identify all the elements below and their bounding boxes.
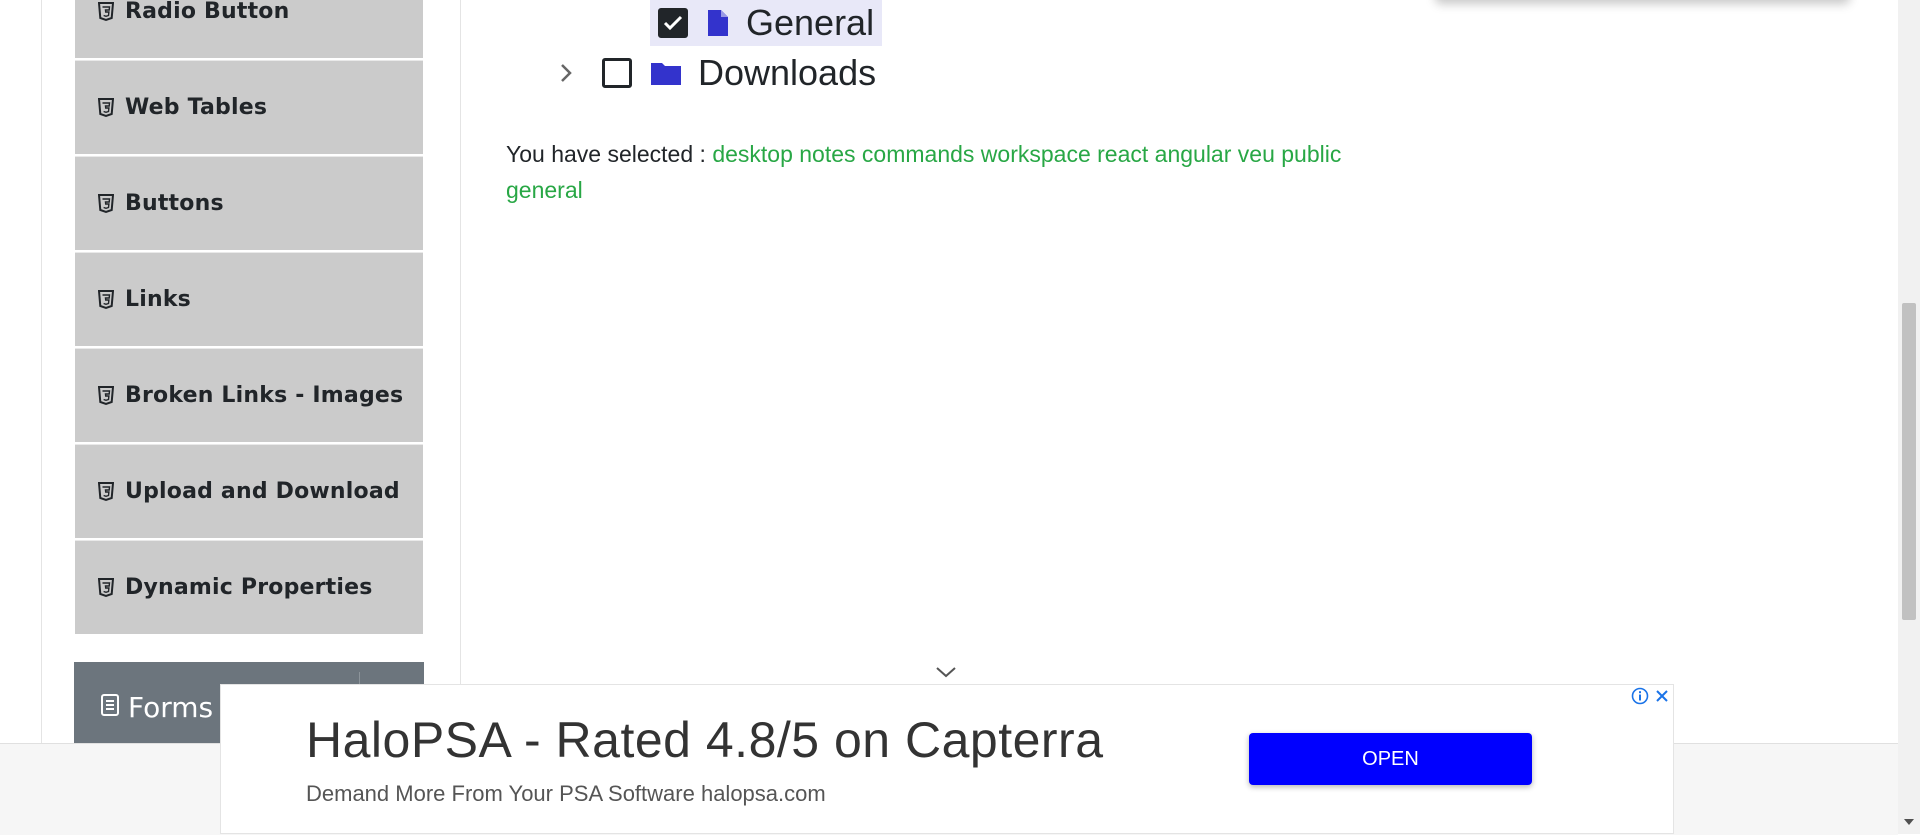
sidebar-item-upload-download[interactable]: Upload and Download bbox=[75, 444, 423, 538]
sidebar-left-border bbox=[41, 0, 42, 743]
ad-banner[interactable]: HaloPSA - Rated 4.8/5 on Capterra Demand… bbox=[220, 684, 1674, 834]
selected-item: general bbox=[506, 177, 583, 203]
sidebar-item-buttons[interactable]: Buttons bbox=[75, 156, 423, 250]
sidebar-item-label: Links bbox=[125, 287, 191, 312]
scrollbar-thumb[interactable] bbox=[1902, 303, 1916, 620]
sidebar-item-links[interactable]: Links bbox=[75, 252, 423, 346]
selected-item: notes bbox=[799, 141, 856, 167]
info-icon[interactable] bbox=[1629, 685, 1651, 707]
sidebar-right-border bbox=[460, 0, 461, 743]
tree-node-label: Downloads bbox=[698, 52, 877, 93]
sidebar-item-radio-button[interactable]: Radio Button bbox=[75, 0, 423, 58]
tree-node-general[interactable]: General bbox=[650, 0, 883, 46]
html5-icon bbox=[97, 385, 115, 407]
sidebar-item-dynamic-properties[interactable]: Dynamic Properties bbox=[75, 540, 423, 634]
html5-icon bbox=[97, 97, 115, 119]
ad-subtitle[interactable]: Demand More From Your PSA Software halop… bbox=[306, 781, 826, 807]
folder-icon bbox=[650, 60, 682, 86]
selected-item: veu bbox=[1237, 141, 1275, 167]
document-icon bbox=[100, 693, 120, 721]
close-icon[interactable] bbox=[1651, 685, 1673, 707]
sidebar-item-label: Broken Links - Images bbox=[125, 383, 404, 408]
sidebar-menu: Radio Button Web Tables Buttons Links Br… bbox=[75, 0, 423, 636]
selected-item: public bbox=[1281, 141, 1342, 167]
html5-icon bbox=[97, 577, 115, 599]
scroll-down-arrow-icon[interactable] bbox=[1903, 812, 1915, 831]
selected-item: react bbox=[1097, 141, 1149, 167]
chevron-down-icon[interactable] bbox=[935, 664, 957, 683]
sidebar-item-label: Upload and Download bbox=[125, 479, 400, 504]
tree-node-label: General bbox=[746, 2, 875, 43]
checkbox-checked[interactable] bbox=[658, 8, 688, 38]
chevron-right-icon[interactable] bbox=[552, 59, 580, 87]
sidebar-item-label: Buttons bbox=[125, 191, 224, 216]
sidebar-item-label: Web Tables bbox=[125, 95, 268, 120]
selected-item: commands bbox=[861, 141, 975, 167]
sidebar-item-web-tables[interactable]: Web Tables bbox=[75, 60, 423, 154]
checkbox-unchecked[interactable] bbox=[602, 58, 632, 88]
html5-icon bbox=[97, 481, 115, 503]
file-icon bbox=[706, 8, 730, 38]
sidebar-item-label: Dynamic Properties bbox=[125, 575, 373, 600]
selected-item: desktop bbox=[712, 141, 793, 167]
vertical-scrollbar[interactable] bbox=[1898, 0, 1920, 834]
sidebar-item-broken-links[interactable]: Broken Links - Images bbox=[75, 348, 423, 442]
tree-node-downloads[interactable]: Downloads bbox=[552, 52, 876, 94]
result-prefix: You have selected : bbox=[506, 141, 706, 167]
sidebar-group-label: Forms bbox=[128, 690, 214, 724]
html5-icon bbox=[97, 1, 115, 23]
ad-open-button[interactable]: OPEN bbox=[1249, 733, 1532, 785]
ad-title[interactable]: HaloPSA - Rated 4.8/5 on Capterra bbox=[306, 711, 1104, 769]
selected-item: angular bbox=[1154, 141, 1232, 167]
html5-icon bbox=[97, 289, 115, 311]
sidebar-item-label: Radio Button bbox=[125, 0, 290, 24]
html5-icon bbox=[97, 193, 115, 215]
selection-result: You have selected : desktop notes comman… bbox=[506, 136, 1396, 208]
selected-item: workspace bbox=[980, 141, 1091, 167]
